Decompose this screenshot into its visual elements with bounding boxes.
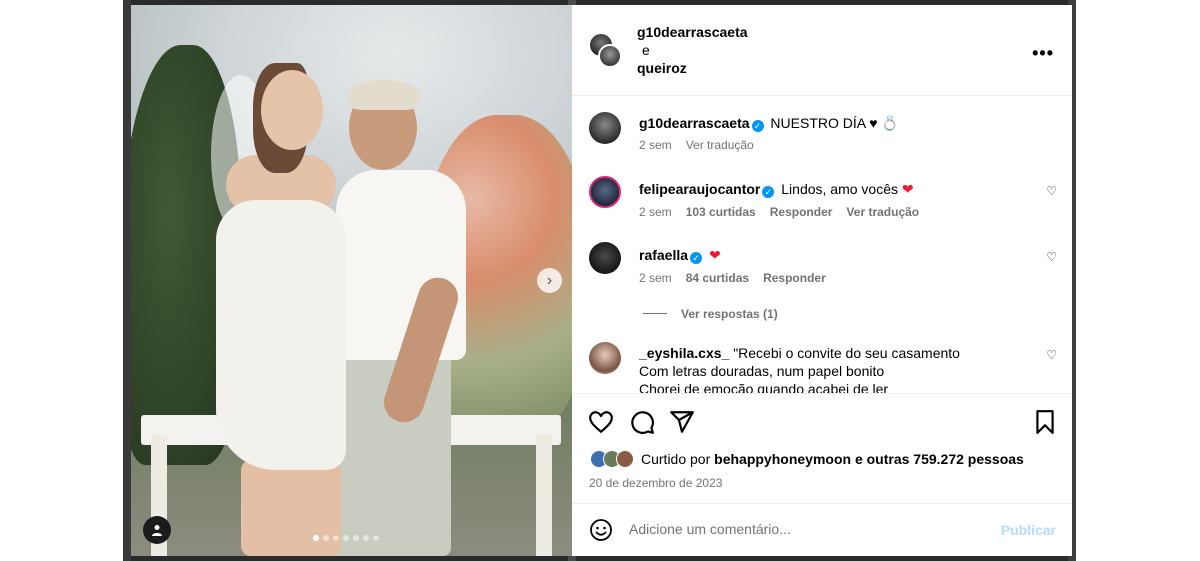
author-separator: e <box>642 42 650 58</box>
comment-age: 2 sem <box>639 138 672 152</box>
verified-icon: ✓ <box>751 120 764 132</box>
comment-username[interactable]: rafaella <box>639 247 688 263</box>
verified-icon: ✓ <box>762 186 775 198</box>
comment-username[interactable]: felipearaujocantor <box>639 181 760 197</box>
replies-divider <box>643 313 667 314</box>
comment-username[interactable]: g10dearrascaeta <box>639 115 750 131</box>
translate-link[interactable]: Ver tradução <box>686 138 754 152</box>
carousel-dot <box>373 535 379 541</box>
avatar[interactable] <box>589 342 621 374</box>
photo-table-leg <box>536 435 552 556</box>
carousel-dot <box>363 535 369 541</box>
bookmark-icon[interactable] <box>1032 409 1058 435</box>
heart-icon[interactable] <box>588 409 614 435</box>
comment-likes[interactable]: 103 curtidas <box>686 205 756 219</box>
avatar[interactable] <box>598 44 622 68</box>
carousel-dots <box>313 535 379 541</box>
comment-age: 2 sem <box>639 205 672 219</box>
comment-text: "Recebi o convite do seu casamento <box>733 345 960 361</box>
photo-bride-legs <box>241 460 341 556</box>
comment-body: _eyshila.cxs_ "Recebi o convite do seu c… <box>639 344 1039 393</box>
heart-icon[interactable]: ♡ <box>1046 348 1057 362</box>
publish-button[interactable]: Publicar <box>1001 522 1056 538</box>
post-authors: g10dearrascaeta e queiroz <box>637 23 748 77</box>
avatar[interactable] <box>589 242 621 274</box>
comment-body: rafaella ✓ ❤ <box>639 246 1039 264</box>
photo-bride-head <box>261 70 323 150</box>
emoji-icon[interactable] <box>589 518 613 542</box>
translate-link[interactable]: Ver tradução <box>846 205 919 219</box>
photo-groom-hair <box>349 80 419 110</box>
photo-bride-dress <box>216 200 346 470</box>
likes-count-link[interactable]: e outras 759.272 pessoas <box>855 451 1024 467</box>
verified-icon: ✓ <box>690 252 703 264</box>
carousel-dot <box>323 535 329 541</box>
comment-form: Publicar <box>572 503 1072 556</box>
author-link[interactable]: queiroz <box>637 60 687 76</box>
next-arrow-icon[interactable]: › <box>537 268 562 293</box>
comment-text-line: Com letras douradas, num papel bonito <box>639 363 885 379</box>
post-header: g10dearrascaeta e queiroz ••• <box>572 5 1072 96</box>
comment-likes[interactable]: 84 curtidas <box>686 271 749 285</box>
comment-body: felipearaujocantor ✓ Lindos, amo vocês ❤ <box>639 180 1039 198</box>
view-replies[interactable]: Ver respostas (1) <box>643 307 792 321</box>
carousel-dot <box>353 535 359 541</box>
share-icon[interactable] <box>669 409 695 435</box>
avatar[interactable] <box>589 176 621 208</box>
comment-text: NUESTRO DÍA ♥ 💍 <box>770 115 899 131</box>
caption-text: g10dearrascaeta ✓ NUESTRO DÍA ♥ 💍 <box>639 114 1039 132</box>
likes-prefix: Curtido por <box>641 451 711 467</box>
view-replies-link[interactable]: Ver respostas (1) <box>681 307 778 321</box>
author-link[interactable]: g10dearrascaeta <box>637 24 748 40</box>
red-heart-emoji: ❤ <box>708 247 721 263</box>
heart-icon[interactable]: ♡ <box>1046 184 1057 198</box>
likes-text: Curtido por behappyhoneymoon e outras 75… <box>641 451 1024 467</box>
heart-icon[interactable]: ♡ <box>1046 250 1057 264</box>
likes-user-link[interactable]: behappyhoneymoon <box>714 451 851 467</box>
more-icon[interactable]: ••• <box>1032 43 1054 64</box>
carousel-dot <box>343 535 349 541</box>
reply-button[interactable]: Responder <box>763 271 826 285</box>
comment-meta: 2 sem Ver tradução <box>639 138 768 152</box>
red-heart-emoji: ❤ <box>901 181 914 197</box>
comment-username[interactable]: _eyshila.cxs_ <box>639 345 729 361</box>
tag-user-icon[interactable] <box>143 516 171 544</box>
avatar <box>616 450 634 468</box>
comments-list[interactable]: g10dearrascaeta ✓ NUESTRO DÍA ♥ 💍 2 sem Ve… <box>572 97 1072 393</box>
avatar[interactable] <box>589 112 621 144</box>
comment-meta: 2 sem 103 curtidas Responder Ver tradução <box>639 205 933 219</box>
carousel-dot <box>333 535 339 541</box>
background-tile <box>123 0 131 561</box>
comment-text: Lindos, amo vocês <box>781 181 898 197</box>
likes-summary: Curtido por behappyhoneymoon e outras 75… <box>590 450 1024 468</box>
post-photo[interactable]: › <box>131 5 572 556</box>
comment-meta: 2 sem 84 curtidas Responder <box>639 271 840 285</box>
carousel-dot <box>313 535 319 541</box>
reply-button[interactable]: Responder <box>770 205 833 219</box>
post-actions: Curtido por behappyhoneymoon e outras 75… <box>572 393 1072 503</box>
comment-icon[interactable] <box>629 409 655 435</box>
comment-input[interactable] <box>629 521 989 537</box>
post-date[interactable]: 20 de dezembro de 2023 <box>589 476 722 490</box>
comment-text-line: Chorei de emoção quando acabei de ler <box>639 381 889 393</box>
comment-age: 2 sem <box>639 271 672 285</box>
post-side-panel: g10dearrascaeta e queiroz ••• g10dearras… <box>572 5 1072 556</box>
